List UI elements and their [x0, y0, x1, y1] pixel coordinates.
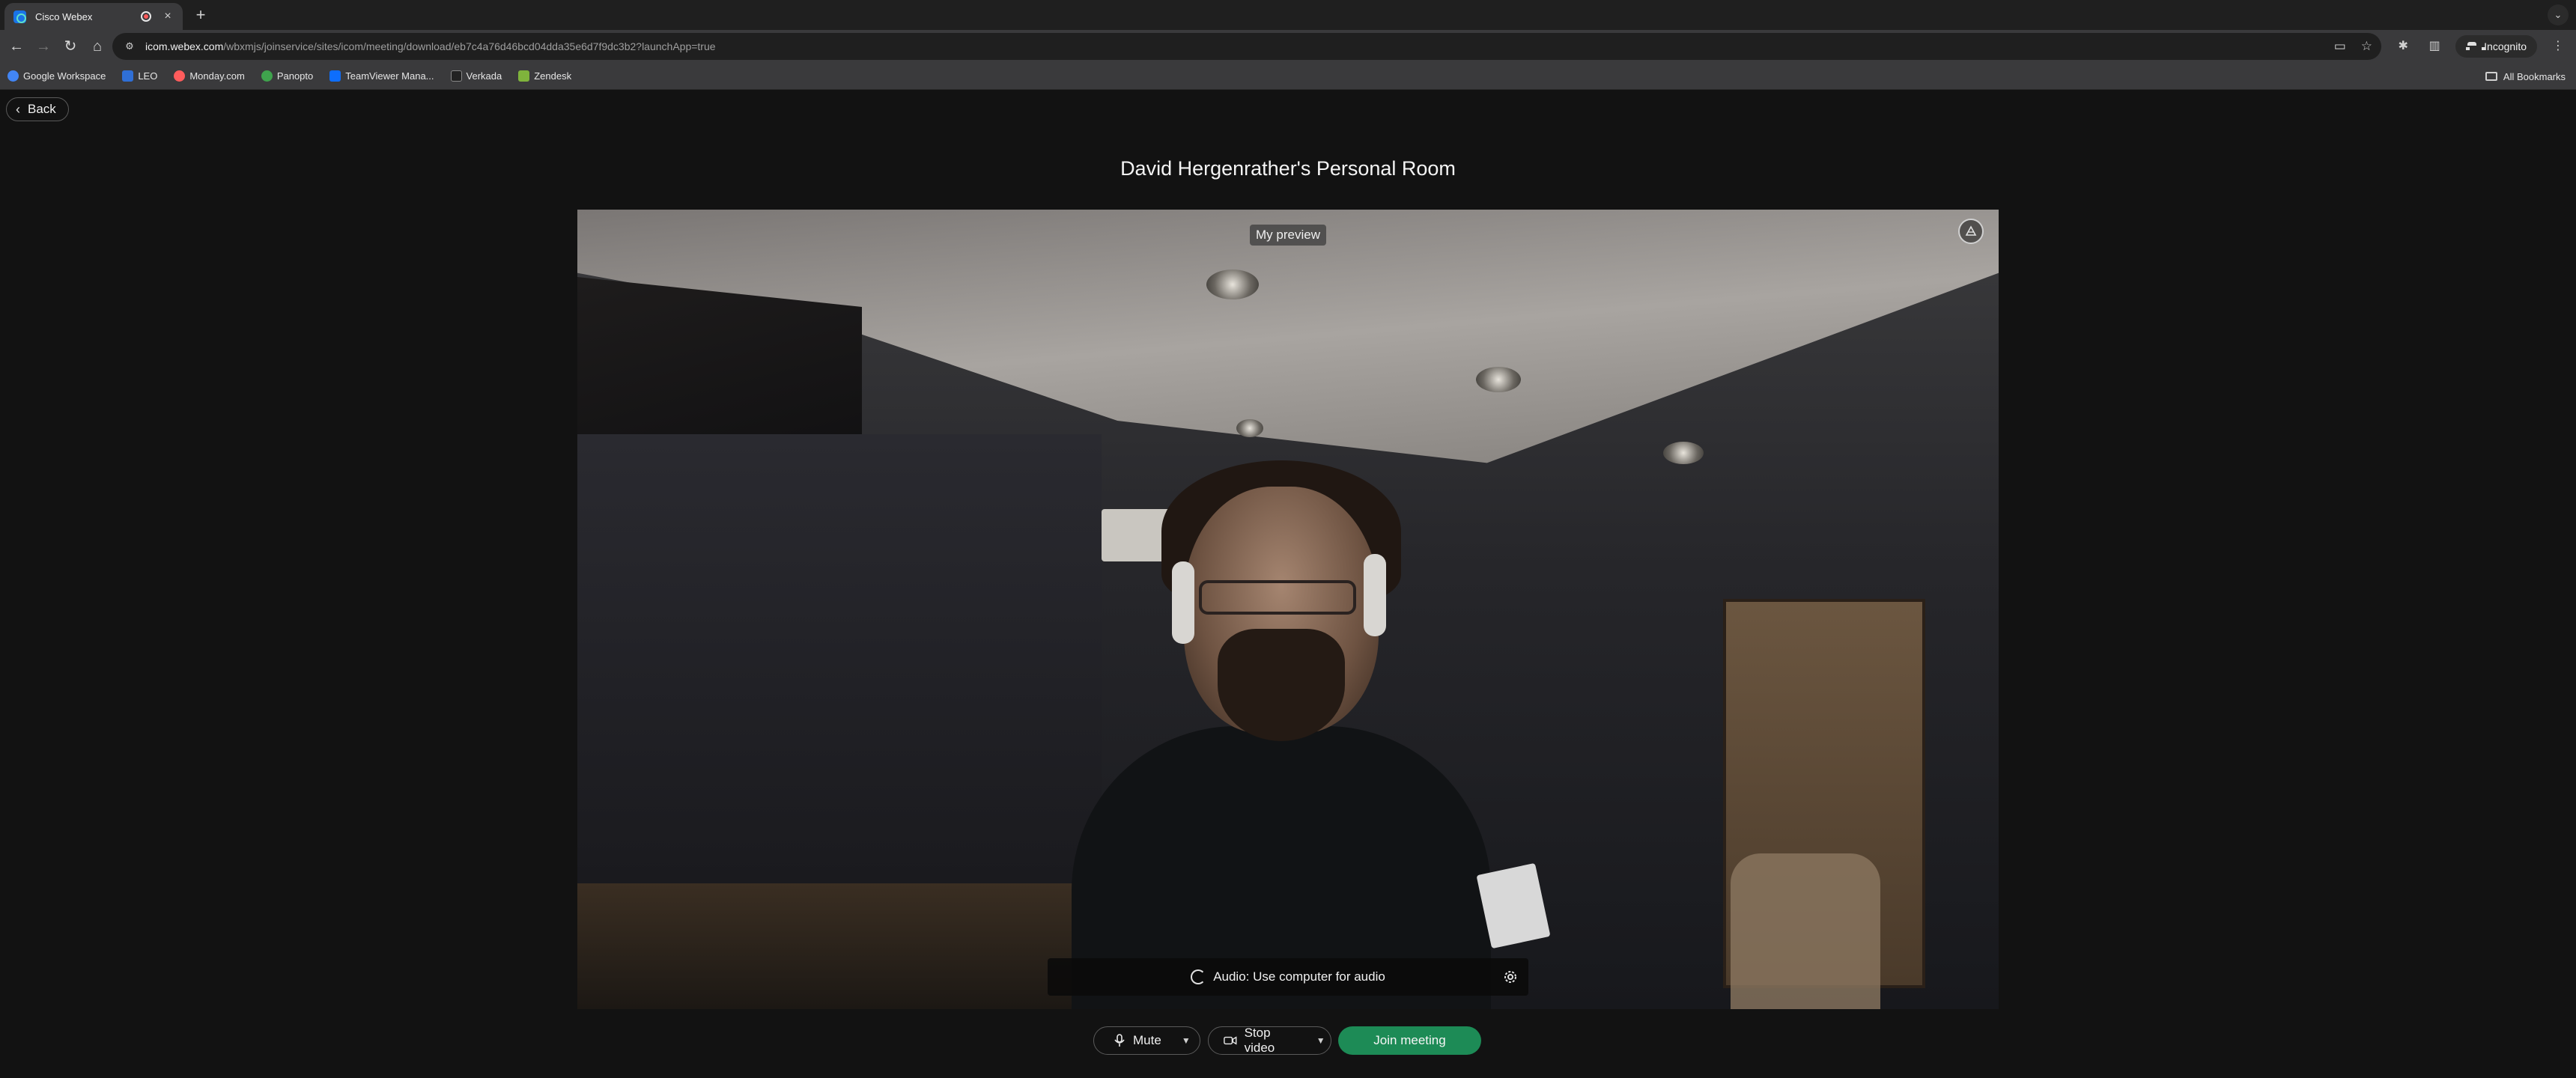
camera-in-use-icon[interactable]: ▭ [2334, 39, 2346, 54]
tab-strip: Cisco Webex × + ⌄ [0, 0, 2576, 30]
reload-icon[interactable]: ↻ [57, 33, 84, 60]
site-info-icon[interactable]: ⚙ [123, 40, 136, 53]
preview-label: My preview [577, 225, 1999, 246]
tab-close-icon[interactable]: × [162, 10, 174, 22]
mute-control: Mute ▼ [1093, 1026, 1200, 1055]
incognito-label: Incognito [2484, 40, 2527, 52]
bookmark-panopto[interactable]: Panopto [261, 70, 313, 82]
back-label: Back [28, 102, 56, 116]
teamviewer-icon [329, 70, 341, 82]
webex-favicon-icon [13, 10, 26, 23]
bookmark-leo[interactable]: LEO [122, 70, 157, 82]
bookmark-google-workspace[interactable]: Google Workspace [7, 70, 106, 82]
home-icon[interactable]: ⌂ [84, 33, 111, 60]
mute-options-chevron-down-icon[interactable]: ▼ [1175, 1027, 1197, 1054]
join-meeting-button[interactable]: Join meeting [1338, 1026, 1481, 1055]
incognito-icon [2466, 42, 2486, 51]
folder-icon [2485, 72, 2497, 81]
panopto-icon [261, 70, 273, 82]
new-tab-button[interactable]: + [190, 4, 211, 25]
audio-label: Audio: Use computer for audio [1213, 969, 1385, 984]
leo-icon [122, 70, 134, 82]
extensions-icon[interactable]: ✱ [2393, 36, 2414, 57]
menu-kebab-icon[interactable]: ⋮ [2548, 36, 2569, 57]
monday-icon [174, 70, 186, 82]
url-text: icom.webex.com/wbxmjs/joinservice/sites/… [145, 40, 716, 52]
layout-icon [1965, 225, 1977, 236]
microphone-icon [1114, 1034, 1125, 1047]
bookmark-star-icon[interactable]: ☆ [2361, 39, 2372, 54]
stop-video-label: Stop video [1244, 1026, 1275, 1055]
audio-settings-gear-icon[interactable] [1501, 968, 1519, 986]
back-nav-icon[interactable]: ← [3, 33, 30, 60]
all-bookmarks-button[interactable]: All Bookmarks [2485, 63, 2566, 90]
bookmarks-bar: Google Workspace LEO Monday.com Panopto … [0, 63, 2576, 90]
audio-sync-icon [1191, 969, 1206, 984]
stop-video-button[interactable]: Stop video [1209, 1026, 1310, 1055]
forward-nav-icon[interactable]: → [30, 33, 57, 60]
video-control: Stop video ▼ [1208, 1026, 1331, 1055]
tab-title: Cisco Webex [35, 10, 93, 22]
side-panel-icon[interactable]: ▥ [2424, 36, 2445, 57]
incognito-profile-button[interactable]: Incognito [2455, 35, 2537, 58]
bookmark-verkada[interactable]: Verkada [450, 70, 502, 82]
bookmark-zendesk[interactable]: Zendesk [518, 70, 571, 82]
self-preview-video: My preview Audio: Use computer for audio [577, 210, 1999, 1009]
video-options-chevron-down-icon[interactable]: ▼ [1310, 1027, 1331, 1054]
video-camera-icon [1224, 1036, 1237, 1045]
layout-toggle-button[interactable] [1958, 219, 1984, 244]
tab-search-button[interactable]: ⌄ [2548, 4, 2569, 25]
audio-connection-bar[interactable]: Audio: Use computer for audio [1048, 958, 1528, 996]
recording-indicator-icon [141, 11, 151, 22]
chair [1731, 853, 1880, 1009]
bookmark-teamviewer[interactable]: TeamViewer Mana... [329, 70, 434, 82]
meeting-controls: Mute ▼ Stop video ▼ Join meeting [0, 1026, 2576, 1056]
mute-button[interactable]: Mute [1094, 1027, 1175, 1054]
headphone-icon [1172, 561, 1194, 644]
back-button[interactable]: ‹ Back [6, 97, 69, 121]
zendesk-icon [518, 70, 530, 82]
mute-label: Mute [1133, 1033, 1161, 1047]
bookmark-monday[interactable]: Monday.com [174, 70, 245, 82]
chevron-left-icon: ‹ [16, 101, 20, 117]
browser-tab[interactable]: Cisco Webex × [4, 3, 183, 30]
browser-toolbar: ← → ↻ ⌂ ⚙ icom.webex.com/wbxmjs/joinserv… [0, 30, 2576, 63]
address-bar[interactable]: ⚙ icom.webex.com/wbxmjs/joinservice/site… [112, 33, 2381, 60]
webex-preview-page: ‹ Back David Hergenrather's Personal Roo… [0, 90, 2576, 1078]
glasses [1199, 580, 1356, 615]
page-title: David Hergenrather's Personal Room [1120, 157, 1456, 180]
verkada-icon [450, 70, 462, 82]
google-workspace-icon [7, 70, 19, 82]
